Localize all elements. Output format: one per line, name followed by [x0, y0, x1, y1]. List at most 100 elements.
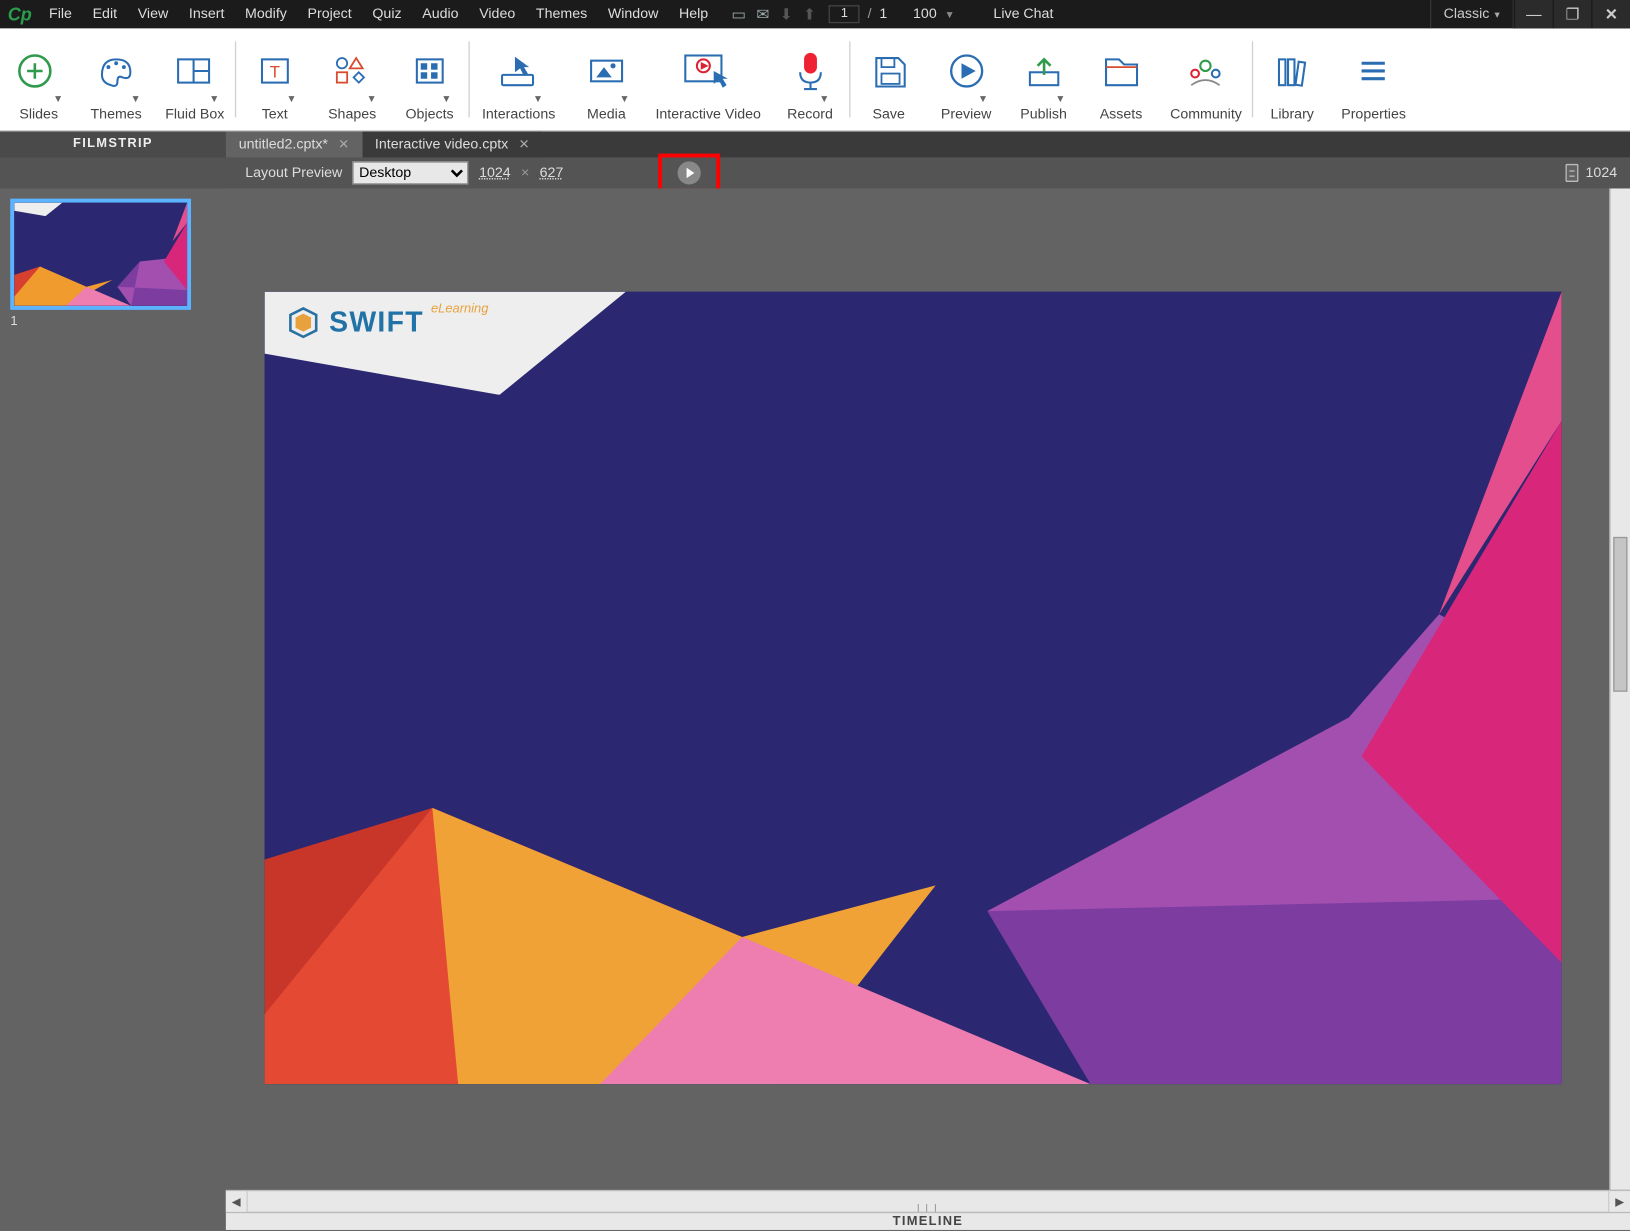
- chevron-down-icon: ▼: [53, 93, 63, 105]
- chevron-down-icon: ▼: [533, 93, 543, 105]
- zoom-control[interactable]: 100 ▼: [913, 6, 955, 21]
- workspace-label: Classic: [1444, 6, 1490, 21]
- fluid-box-label: Fluid Box: [165, 107, 224, 122]
- chevron-down-icon: ▼: [286, 93, 296, 105]
- menu-view[interactable]: View: [127, 6, 178, 21]
- menu-file[interactable]: File: [39, 6, 83, 21]
- chevron-down-icon: ▼: [130, 93, 140, 105]
- horizontal-scrollbar[interactable]: ◀ │││ ▶: [226, 1190, 1630, 1212]
- slides-button[interactable]: ▼ Slides: [0, 28, 77, 130]
- properties-button[interactable]: Properties: [1331, 28, 1416, 130]
- timeline-panel-header[interactable]: TIMELINE: [226, 1212, 1630, 1230]
- canvas-height[interactable]: 627: [540, 165, 564, 180]
- objects-label: Objects: [406, 107, 454, 122]
- app-logo-icon: Cp: [0, 4, 39, 25]
- interactive-video-label: Interactive Video: [655, 107, 761, 122]
- chevron-down-icon: ▼: [819, 93, 829, 105]
- library-button[interactable]: Library: [1253, 28, 1330, 130]
- text-label: Text: [262, 107, 288, 122]
- page-current-input[interactable]: 1: [829, 5, 860, 23]
- slide-canvas[interactable]: SWIFT eLearning: [265, 292, 1562, 1084]
- menu-project[interactable]: Project: [297, 6, 362, 21]
- dimension-separator: ×: [521, 165, 529, 180]
- fluid-box-button[interactable]: ▼ Fluid Box: [155, 28, 235, 130]
- scroll-right-icon[interactable]: ▶: [1608, 1191, 1630, 1213]
- save-button[interactable]: Save: [850, 28, 927, 130]
- assets-button[interactable]: Assets: [1082, 28, 1159, 130]
- tab-interactive-video[interactable]: Interactive video.cptx ✕: [362, 132, 542, 158]
- collaborate-icon[interactable]: ▭: [731, 5, 746, 23]
- menu-window[interactable]: Window: [598, 6, 669, 21]
- scrollbar-thumb[interactable]: [1613, 537, 1627, 692]
- chevron-down-icon: ▼: [619, 93, 629, 105]
- chevron-down-icon: ▼: [209, 93, 219, 105]
- sync-up-icon[interactable]: ⬆: [803, 5, 816, 23]
- close-icon[interactable]: ✕: [338, 137, 349, 151]
- interactions-label: Interactions: [482, 107, 555, 122]
- menu-audio[interactable]: Audio: [412, 6, 469, 21]
- breakpoint-ruler[interactable]: 1024: [1565, 164, 1617, 182]
- menu-edit[interactable]: Edit: [82, 6, 127, 21]
- maximize-button[interactable]: ❐: [1553, 0, 1592, 28]
- interactions-button[interactable]: ▼ Interactions: [470, 28, 568, 130]
- slide-thumbnail[interactable]: [10, 199, 191, 310]
- chevron-down-icon: ▼: [944, 8, 954, 20]
- menu-help[interactable]: Help: [669, 6, 719, 21]
- mail-icon[interactable]: ✉: [756, 5, 769, 23]
- layout-preview-bar: Layout Preview Desktop 1024 × 627 1024: [0, 157, 1630, 188]
- vertical-scrollbar[interactable]: [1609, 188, 1630, 1190]
- sync-down-icon[interactable]: ⬇: [780, 5, 793, 23]
- record-button[interactable]: ▼ Record: [771, 28, 848, 130]
- slides-label: Slides: [19, 107, 58, 122]
- community-label: Community: [1170, 107, 1242, 122]
- menu-video[interactable]: Video: [469, 6, 526, 21]
- shapes-button[interactable]: ▼ Shapes: [313, 28, 390, 130]
- menu-themes[interactable]: Themes: [526, 6, 598, 21]
- publish-label: Publish: [1020, 107, 1067, 122]
- live-chat-link[interactable]: Live Chat: [993, 6, 1053, 21]
- preview-button[interactable]: ▼ Preview: [927, 28, 1004, 130]
- chevron-down-icon: ▼: [978, 93, 988, 105]
- close-icon[interactable]: ✕: [519, 137, 530, 151]
- objects-button[interactable]: ▼ Objects: [391, 28, 468, 130]
- filmstrip-panel: 1: [0, 188, 226, 1190]
- text-button[interactable]: T▼ Text: [236, 28, 313, 130]
- tab-untitled2[interactable]: untitled2.cptx* ✕: [226, 132, 362, 158]
- interactive-video-button[interactable]: Interactive Video: [645, 28, 771, 130]
- device-select[interactable]: Desktop: [353, 161, 469, 184]
- menu-modify[interactable]: Modify: [235, 6, 297, 21]
- menu-insert[interactable]: Insert: [179, 6, 235, 21]
- community-button[interactable]: Community: [1160, 28, 1252, 130]
- properties-label: Properties: [1341, 107, 1406, 122]
- main-menu: File Edit View Insert Modify Project Qui…: [39, 6, 719, 21]
- themes-button[interactable]: ▼ Themes: [77, 28, 154, 130]
- assets-label: Assets: [1100, 107, 1143, 122]
- menu-bar: Cp File Edit View Insert Modify Project …: [0, 0, 1630, 28]
- themes-label: Themes: [91, 107, 142, 122]
- menu-quiz[interactable]: Quiz: [362, 6, 412, 21]
- canvas-width[interactable]: 1024: [479, 165, 511, 180]
- breakpoint-value: 1024: [1586, 165, 1618, 180]
- brand-mark-icon: [285, 305, 321, 341]
- zoom-value: 100: [913, 6, 937, 21]
- play-preview-button[interactable]: [678, 161, 701, 184]
- chevron-down-icon: ▼: [441, 93, 451, 105]
- media-button[interactable]: ▼ Media: [568, 28, 645, 130]
- workspace-switcher[interactable]: Classic ▾: [1429, 0, 1513, 28]
- publish-button[interactable]: ▼ Publish: [1005, 28, 1082, 130]
- chevron-down-icon: ▾: [1494, 8, 1499, 20]
- chevron-down-icon: ▼: [366, 93, 376, 105]
- scroll-left-icon[interactable]: ◀: [226, 1191, 248, 1213]
- brand-text: SWIFT: [329, 306, 424, 338]
- toolbar-ribbon: ▼ Slides ▼ Themes ▼ Fluid Box T▼ Text ▼ …: [0, 28, 1630, 131]
- page-navigator: 1 / 1: [829, 5, 887, 23]
- slide-number: 1: [10, 315, 215, 329]
- minimize-button[interactable]: —: [1514, 0, 1553, 28]
- tab-label: untitled2.cptx*: [239, 137, 328, 152]
- brand-subtext: eLearning: [431, 302, 488, 316]
- breakpoint-handle-icon[interactable]: [1565, 164, 1578, 182]
- slide-artwork: [265, 292, 1562, 1084]
- shapes-label: Shapes: [328, 107, 376, 122]
- close-button[interactable]: ✕: [1591, 0, 1630, 28]
- library-label: Library: [1270, 107, 1313, 122]
